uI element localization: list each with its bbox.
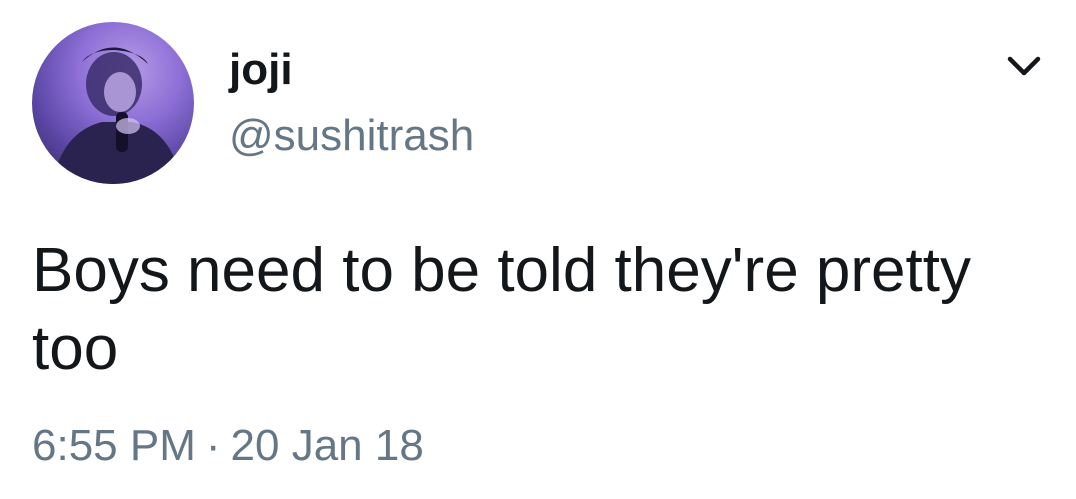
author-display-name[interactable]: joji (229, 44, 293, 96)
tweet-text: Boys need to be told they're pretty too (32, 236, 971, 383)
tweet-timestamp[interactable]: 6:55 PM · 20 Jan 18 (32, 420, 424, 472)
tweet-card: joji @sushitrash Boys need to be told th… (0, 0, 1076, 499)
chevron-down-icon[interactable] (1004, 52, 1044, 80)
avatar-photo (52, 47, 182, 184)
tweet-time: 6:55 PM (32, 421, 196, 470)
avatar[interactable] (32, 22, 194, 184)
tweet-date: 20 Jan 18 (230, 421, 424, 470)
timestamp-separator: · (205, 421, 221, 470)
author-handle[interactable]: @sushitrash (229, 110, 474, 162)
